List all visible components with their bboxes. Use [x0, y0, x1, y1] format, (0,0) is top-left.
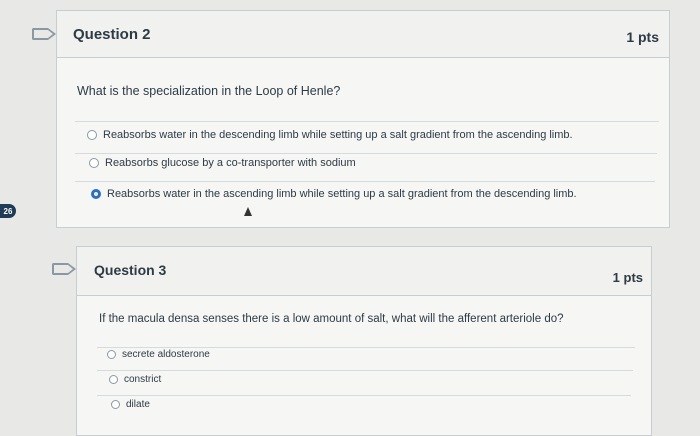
answer-label: constrict [124, 374, 162, 385]
radio-button[interactable] [87, 130, 97, 140]
answer-divider [75, 153, 657, 154]
answer-label: Reabsorbs glucose by a co-transporter wi… [105, 157, 356, 169]
answer-label: Reabsorbs water in the descending limb w… [103, 129, 573, 141]
answer-option-3[interactable]: dilate [111, 399, 150, 410]
question-3-card: Question 3 1 pts If the macula densa sen… [76, 246, 652, 436]
question-2-title: Question 2 [73, 26, 151, 43]
question-2-text: What is the specialization in the Loop o… [77, 84, 341, 98]
answer-label: Reabsorbs water in the ascending limb wh… [107, 188, 577, 200]
answer-label: secrete aldosterone [122, 349, 210, 360]
flag-question-2-icon[interactable] [32, 28, 56, 40]
radio-button-selected[interactable] [91, 189, 101, 199]
answer-divider [75, 121, 659, 122]
flag-question-3-icon[interactable] [52, 263, 76, 275]
page-number-badge: 26 [0, 204, 16, 218]
question-3-text: If the macula densa senses there is a lo… [99, 313, 564, 325]
mouse-cursor-icon [244, 207, 252, 216]
answer-label: dilate [126, 399, 150, 410]
radio-button[interactable] [107, 350, 116, 359]
question-2-card: Question 2 1 pts What is the specializat… [56, 10, 670, 228]
question-3-points: 1 pts [612, 270, 643, 285]
answer-option-2[interactable]: constrict [109, 374, 161, 385]
radio-button[interactable] [111, 400, 120, 409]
radio-button[interactable] [109, 375, 118, 384]
answer-divider [75, 181, 655, 182]
answer-option-3[interactable]: Reabsorbs water in the ascending limb wh… [91, 188, 577, 200]
question-2-points: 1 pts [626, 29, 659, 45]
answer-divider [97, 370, 633, 371]
answer-divider [97, 395, 631, 396]
answer-option-1[interactable]: secrete aldosterone [107, 349, 210, 360]
question-3-title: Question 3 [94, 262, 167, 278]
answer-divider [97, 347, 635, 348]
radio-button[interactable] [89, 158, 99, 168]
answer-option-2[interactable]: Reabsorbs glucose by a co-transporter wi… [89, 157, 356, 169]
answer-option-1[interactable]: Reabsorbs water in the descending limb w… [87, 129, 573, 141]
